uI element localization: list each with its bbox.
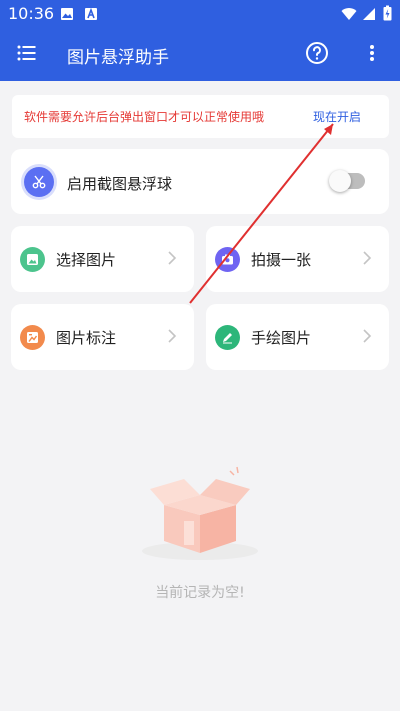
scissors-icon <box>24 167 54 197</box>
empty-state-text: 当前记录为空! <box>155 585 245 601</box>
pen-icon <box>215 325 240 350</box>
help-icon <box>305 41 329 69</box>
app-notification-icon <box>84 6 98 20</box>
chevron-right-icon <box>165 328 179 344</box>
annotate-image-tile[interactable]: 图片标注 <box>11 304 194 370</box>
empty-state: 当前记录为空! <box>0 465 400 601</box>
annotate-icon <box>20 325 45 350</box>
wifi-icon <box>341 6 357 20</box>
status-time: 10:36 <box>8 4 55 23</box>
float-ball-toggle[interactable] <box>329 170 365 192</box>
select-image-tile[interactable]: 选择图片 <box>11 226 194 292</box>
float-ball-label: 启用截图悬浮球 <box>67 175 173 193</box>
empty-box-illustration <box>142 466 258 560</box>
hand-draw-tile[interactable]: 手绘图片 <box>206 304 389 370</box>
chevron-right-icon <box>360 250 374 266</box>
take-photo-label: 拍摄一张 <box>251 251 312 269</box>
select-image-label: 选择图片 <box>56 251 117 269</box>
float-ball-card: 启用截图悬浮球 <box>11 149 389 214</box>
chevron-right-icon <box>165 250 179 266</box>
app-bar: 图片悬浮助手 <box>0 28 400 81</box>
annotate-image-label: 图片标注 <box>56 329 117 347</box>
camera-icon <box>215 247 240 272</box>
more-vert-icon <box>369 44 375 66</box>
gallery-notification-icon <box>60 6 74 20</box>
enable-now-link[interactable]: 现在开启 <box>313 108 361 125</box>
hand-draw-label: 手绘图片 <box>251 329 312 347</box>
signal-icon <box>362 6 376 20</box>
take-photo-tile[interactable]: 拍摄一张 <box>206 226 389 292</box>
help-button[interactable] <box>303 41 331 69</box>
more-options-button[interactable] <box>358 41 386 69</box>
permission-notice: 软件需要允许后台弹出窗口才可以正常使用哦 现在开启 <box>12 95 389 138</box>
image-icon <box>20 247 45 272</box>
status-bar: 10:36 <box>0 0 400 28</box>
toggle-knob <box>329 170 351 192</box>
notice-message: 软件需要允许后台弹出窗口才可以正常使用哦 <box>24 110 265 124</box>
chevron-right-icon <box>360 328 374 344</box>
menu-button[interactable] <box>13 41 41 69</box>
battery-charging-icon <box>383 5 392 21</box>
app-title: 图片悬浮助手 <box>67 48 169 68</box>
menu-icon <box>17 45 37 65</box>
